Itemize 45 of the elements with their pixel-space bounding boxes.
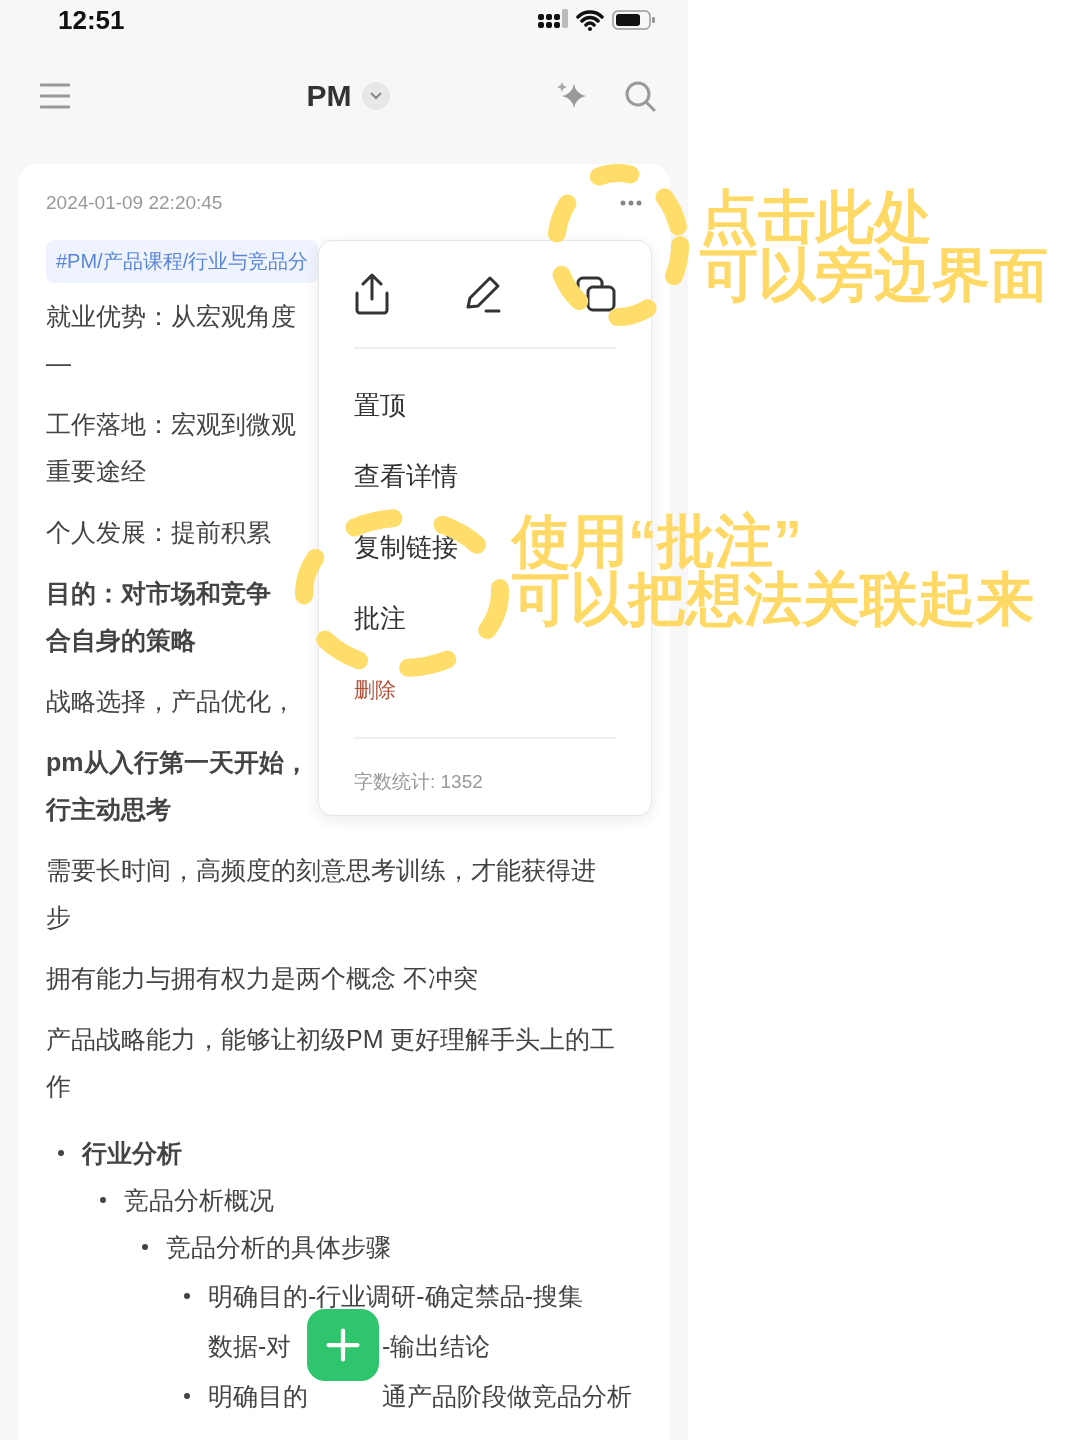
bullet-dot — [184, 1393, 190, 1399]
bullet-dot — [58, 1150, 64, 1156]
menu-item[interactable]: 批注 — [354, 583, 406, 654]
note-paragraph: 工作落地：宏观到微观 重要途经 — [46, 409, 296, 487]
outline-text: 数据-对 — [208, 1331, 292, 1362]
note-paragraph: 拥有能力与拥有权力是两个概念 不冲突 — [46, 963, 478, 994]
wifi-icon — [576, 9, 604, 31]
outline-item: 竞品分析的具体步骤 — [166, 1232, 391, 1263]
bullet-dot — [142, 1244, 148, 1250]
search-icon[interactable] — [624, 80, 656, 112]
note-timestamp: 2024-01-09 22:20:45 — [46, 192, 223, 214]
menu-icon[interactable] — [40, 83, 70, 109]
status-time: 12:51 — [58, 4, 126, 36]
delete-menu-item[interactable]: 删除 — [354, 654, 396, 725]
copy-icon[interactable] — [576, 276, 616, 312]
outline-text: -输出结论 — [382, 1331, 491, 1362]
add-button[interactable] — [307, 1309, 379, 1381]
word-count: 字数统计: 1352 — [354, 737, 616, 795]
bullet-dot — [100, 1197, 106, 1203]
outline-item: 行业分析 — [82, 1138, 182, 1169]
notebook-title[interactable]: PM — [306, 79, 352, 113]
share-icon[interactable] — [354, 273, 390, 315]
signal-icon — [538, 9, 568, 31]
dropdown-chevron-icon[interactable] — [361, 82, 390, 110]
note-paragraph: 产品战略能力，能够让初级PM 更好理解手头上的工 作 — [46, 1024, 616, 1102]
menu-item[interactable]: 复制链接 — [354, 512, 458, 583]
note-paragraph: 就业优势：从宏观角度 — — [46, 301, 296, 379]
menu-item[interactable]: 查看详情 — [354, 441, 458, 512]
annotation-text: 使用“批注” 可以把想法关联起来 — [512, 512, 1034, 628]
note-paragraph: 需要长时间，高频度的刻意思考训练，才能获得进 步 — [46, 855, 596, 933]
outline-item: 竞品分析概况 — [124, 1185, 274, 1216]
more-icon[interactable] — [620, 200, 642, 206]
annotation-text: 点击此处 可以旁边界面 — [700, 188, 1048, 304]
menu-item[interactable]: 置顶 — [354, 370, 406, 441]
bullet-dot — [184, 1293, 190, 1299]
outline-text: 通产品阶段做竞品分析 — [382, 1381, 632, 1412]
note-paragraph: 战略选择，产品优化， — [46, 686, 296, 717]
plus-icon — [326, 1328, 360, 1362]
battery-icon — [612, 9, 656, 31]
note-paragraph: 个人发展：提前积累 — [46, 517, 271, 548]
edit-icon[interactable] — [464, 275, 502, 313]
outline-text: 明确目的 — [208, 1381, 308, 1412]
note-paragraph: 目的：对市场和竞争 合自身的策略 — [46, 578, 271, 656]
outline-text: 明确目的-行业调研-确定禁品-搜集 — [208, 1282, 583, 1310]
note-paragraph: pm从入行第一天开始， 行主动思考 — [46, 747, 309, 825]
